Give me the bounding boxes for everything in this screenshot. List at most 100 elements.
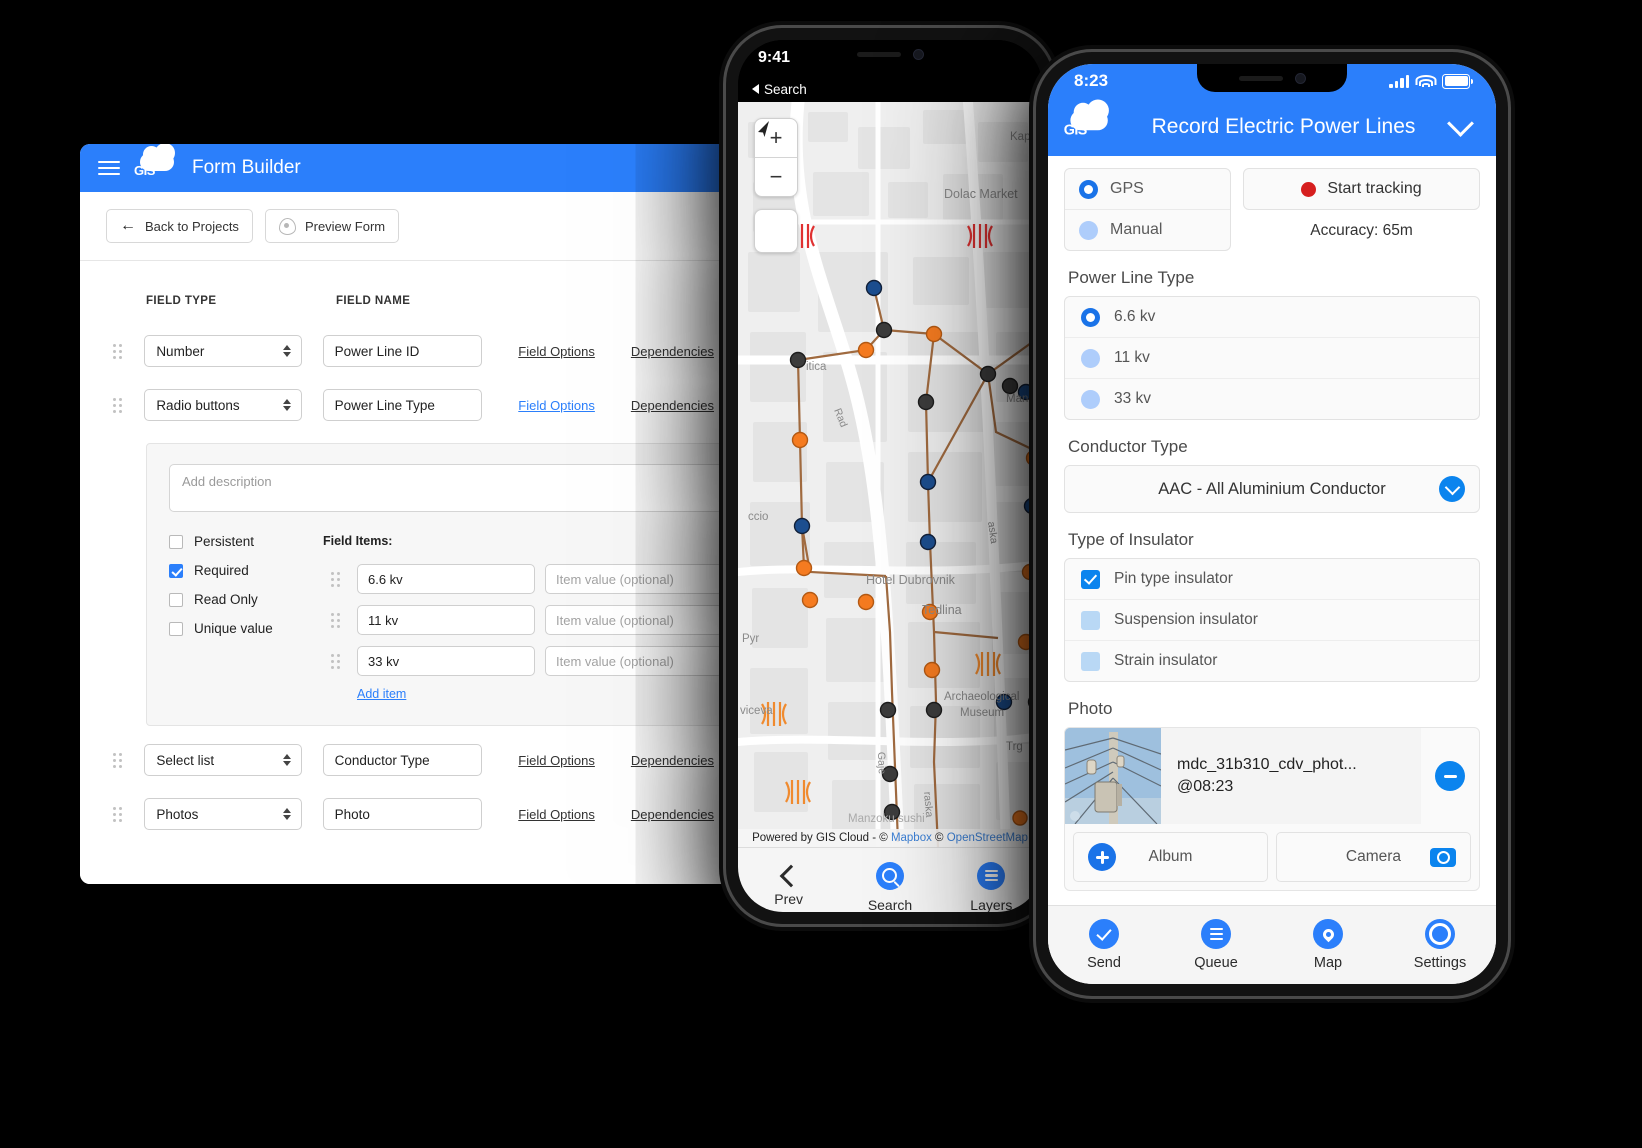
field-row-power-line-type: Radio buttons Power Line Type Field Opti… — [106, 389, 714, 421]
field-type-select[interactable]: Number — [144, 335, 303, 367]
field-item-value-input[interactable]: Item value (optional) — [545, 646, 723, 676]
back-to-projects-button[interactable]: ← Back to Projects — [106, 209, 253, 243]
back-to-projects-label: Back to Projects — [145, 218, 239, 234]
openstreetmap-link[interactable]: OpenStreetMap — [947, 832, 1028, 844]
nav-tab-settings[interactable]: Settings — [1384, 906, 1496, 984]
add-item-link[interactable]: Add item — [357, 687, 723, 701]
drag-handle-icon[interactable] — [106, 806, 144, 822]
map-phone: 9:41 Search Dolac Market Hotel Dubrovnik… — [726, 28, 1054, 924]
conductor-type-select[interactable]: AAC - All Aluminium Conductor — [1064, 465, 1480, 513]
conductor-type-value: AAC - All Aluminium Conductor — [1158, 479, 1386, 498]
photo-thumbnail[interactable] — [1065, 728, 1161, 824]
dependencies-link[interactable]: Dependencies — [631, 344, 714, 359]
drag-handle-icon[interactable] — [106, 752, 144, 768]
field-options-link[interactable]: Field Options — [518, 398, 595, 413]
triangle-left-icon — [752, 84, 759, 94]
radio-icon — [1081, 348, 1100, 368]
option-label: Suspension insulator — [1114, 611, 1258, 628]
field-name-input[interactable]: Conductor Type — [322, 744, 483, 776]
map-bottom-nav: Prev Search Layers — [738, 847, 1042, 912]
album-button[interactable]: Album — [1073, 832, 1268, 882]
svg-text:Kap: Kap — [1010, 131, 1030, 143]
nav-tab-map[interactable]: Map — [1272, 906, 1384, 984]
record-phone: 8:23 GIS Record Electric Power Lines GPS… — [1036, 52, 1508, 996]
nav-tab-send[interactable]: Send — [1048, 906, 1160, 984]
location-mode-manual[interactable]: Manual — [1065, 209, 1230, 250]
field-type-select[interactable]: Photos — [144, 798, 303, 830]
nav-tab-search[interactable]: Search — [839, 848, 940, 912]
nav-tab-queue[interactable]: Queue — [1160, 906, 1272, 984]
mapbox-link[interactable]: Mapbox — [891, 832, 932, 844]
location-mode-gps[interactable]: GPS — [1065, 169, 1230, 209]
checkbox-read-only[interactable]: Read Only — [169, 592, 323, 607]
map-canvas[interactable]: Dolac Market Hotel Dubrovnik Tedlina Arc… — [738, 102, 1042, 847]
field-type-select[interactable]: Select list — [144, 744, 303, 776]
field-type-value: Number — [156, 343, 205, 359]
drag-handle-icon[interactable] — [106, 397, 144, 413]
location-mode-manual-label: Manual — [1110, 221, 1163, 238]
field-row-photo: Photos Photo Field Options Dependencies — [106, 798, 714, 830]
photo-timestamp: @08:23 — [1177, 778, 1234, 795]
svg-text:Mand: Mand — [1006, 393, 1035, 405]
checkbox-icon — [1081, 651, 1100, 671]
drag-handle-icon[interactable] — [323, 571, 357, 587]
field-item-name-input[interactable]: 33 kv — [357, 646, 535, 676]
field-type-value: Select list — [156, 752, 215, 768]
svg-text:Trg: Trg — [1006, 741, 1023, 753]
zoom-out-button[interactable]: − — [755, 158, 797, 196]
back-to-search-link[interactable]: Search — [738, 76, 1042, 102]
dependencies-link[interactable]: Dependencies — [631, 398, 714, 413]
nav-tab-prev[interactable]: Prev — [738, 848, 839, 912]
checkbox-persistent[interactable]: Persistent — [169, 534, 323, 549]
minus-circle-icon[interactable] — [1435, 761, 1465, 791]
camera-button[interactable]: Camera — [1276, 832, 1471, 882]
field-name-value: Photo — [334, 806, 370, 822]
field-type-select[interactable]: Radio buttons — [144, 389, 303, 421]
option-6-6-kv[interactable]: 6.6 kv — [1065, 297, 1479, 337]
nav-tab-search-label: Search — [867, 896, 913, 913]
drag-handle-icon[interactable] — [106, 343, 144, 359]
hamburger-icon[interactable] — [98, 161, 120, 175]
column-headers: FIELD TYPE FIELD NAME — [106, 295, 714, 307]
nav-tab-layers[interactable]: Layers — [941, 848, 1042, 912]
chevron-updown-icon — [283, 345, 292, 357]
svg-text:ccio: ccio — [748, 511, 768, 523]
map-phone-screen: 9:41 Search Dolac Market Hotel Dubrovnik… — [738, 40, 1042, 912]
svg-text:Dolac Market: Dolac Market — [944, 187, 1018, 201]
nav-tab-queue-label: Queue — [1194, 955, 1238, 971]
field-item-value-input[interactable]: Item value (optional) — [545, 605, 723, 635]
option-11-kv[interactable]: 11 kv — [1065, 337, 1479, 378]
checkbox-unique-value[interactable]: Unique value — [169, 621, 323, 636]
eye-icon — [278, 217, 296, 235]
field-name-input[interactable]: Power Line ID — [322, 335, 483, 367]
field-options-link[interactable]: Field Options — [518, 807, 595, 822]
checkbox-required[interactable]: Required — [169, 563, 323, 578]
field-item-name-input[interactable]: 6.6 kv — [357, 564, 535, 594]
option-strain-insulator[interactable]: Strain insulator — [1065, 640, 1479, 681]
preview-form-label: Preview Form — [304, 218, 386, 234]
dependencies-link[interactable]: Dependencies — [631, 753, 714, 768]
nav-tab-prev-label: Prev — [774, 890, 804, 907]
option-label: 33 kv — [1114, 390, 1152, 407]
option-33-kv[interactable]: 33 kv — [1065, 378, 1479, 419]
field-name-input[interactable]: Power Line Type — [322, 389, 483, 421]
description-input[interactable]: Add description — [169, 464, 723, 512]
drag-handle-icon[interactable] — [323, 612, 357, 628]
option-suspension-insulator[interactable]: Suspension insulator — [1065, 599, 1479, 640]
field-options-link[interactable]: Field Options — [518, 753, 595, 768]
chevron-down-icon[interactable] — [1447, 109, 1474, 137]
field-type-value: Photos — [156, 806, 199, 822]
preview-form-button[interactable]: Preview Form — [264, 209, 400, 243]
field-name-input[interactable]: Photo — [322, 798, 483, 830]
start-tracking-button[interactable]: Start tracking — [1243, 168, 1480, 210]
dependencies-link[interactable]: Dependencies — [631, 807, 714, 822]
field-item-value-input[interactable]: Item value (optional) — [545, 564, 723, 594]
photo-card: mdc_31b310_cdv_phot... @08:23 Album Came… — [1064, 727, 1480, 891]
option-pin-type-insulator[interactable]: Pin type insulator — [1065, 559, 1479, 599]
field-options-link[interactable]: Field Options — [518, 344, 595, 359]
navigate-arrow-icon[interactable] — [754, 121, 798, 253]
checkbox-box — [169, 563, 183, 578]
field-item-name-input[interactable]: 11 kv — [357, 605, 535, 635]
drag-handle-icon[interactable] — [323, 653, 357, 669]
checkbox-box — [169, 621, 183, 636]
